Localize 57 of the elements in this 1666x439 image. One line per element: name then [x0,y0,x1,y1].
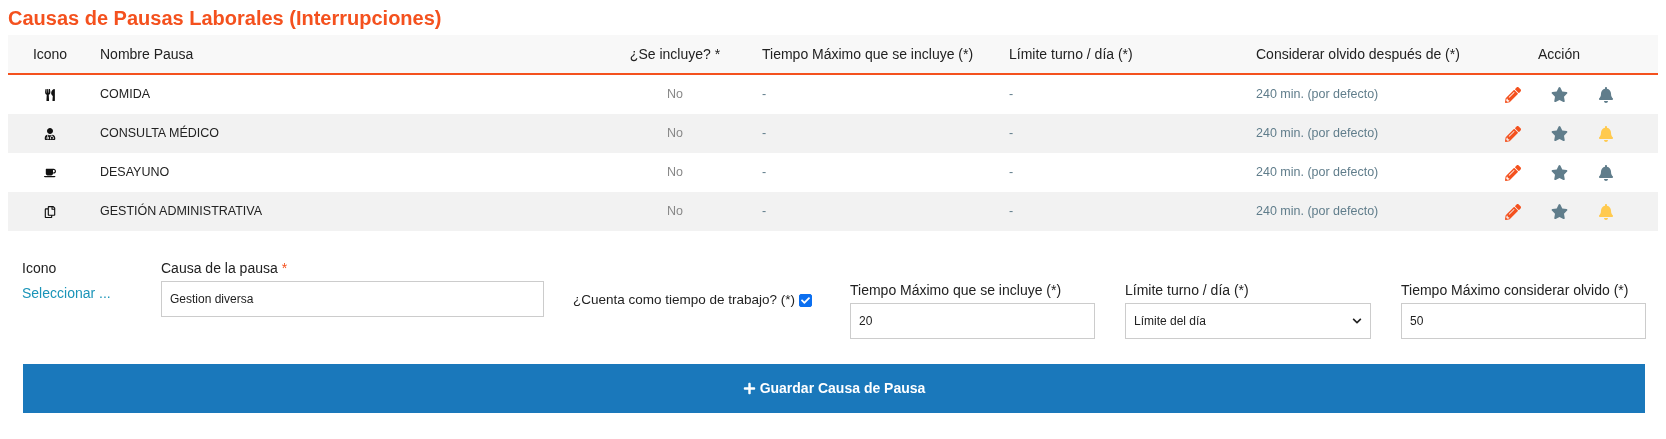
table-cell-text: - [761,86,767,104]
field-label: Causa de la pausa * [161,259,288,278]
table-cell-text: 240 min. (por defecto) [1255,203,1379,221]
column-header: Límite turno / día (*) [1008,44,1133,64]
doctor-icon [44,127,56,140]
star-icon[interactable] [1550,203,1568,220]
chevron-down-icon [1352,316,1362,326]
table-cell-text: - [1008,86,1014,104]
edit-icon[interactable] [1504,125,1521,142]
copy-icon [44,205,56,218]
column-header: Considerar olvido después de (*) [1255,44,1460,64]
star-icon[interactable] [1550,164,1568,181]
edit-icon[interactable] [1504,203,1521,220]
column-header: Tiempo Máximo que se incluye (*) [761,44,974,64]
select-icon-link[interactable]: Seleccionar ... [22,283,111,304]
plus-icon [742,382,756,395]
table-cell-text: GESTIÓN ADMINISTRATIVA [99,202,263,221]
table-cell-text: CONSULTA MÉDICO [99,124,219,143]
table-cell-text: - [761,164,767,182]
utensils-icon [44,88,56,101]
column-header: Nombre Pausa [99,44,194,64]
table-cell-text: No [667,164,683,182]
edit-icon[interactable] [1504,164,1521,181]
field-label: Icono [22,259,57,278]
table-cell-text: - [1008,125,1014,143]
table-cell-text: No [667,86,683,104]
table-cell-text: - [1008,164,1014,182]
table-cell-text: 240 min. (por defecto) [1255,86,1379,104]
checkbox-label: ¿Cuenta como tiempo de trabajo? (*) [573,291,796,309]
table-cell-text: 240 min. (por defecto) [1255,125,1379,143]
table-cell-text: No [667,203,683,221]
bell-icon[interactable] [1597,86,1614,103]
checkbox[interactable] [799,293,813,307]
forget-time-input-field[interactable]: 50 [1401,303,1646,339]
table-cell-text: No [667,125,683,143]
table-cell-text: - [761,125,767,143]
field-label: Límite turno / día (*) [1125,281,1249,300]
table-cell-text: - [1008,203,1014,221]
coffee-cup-icon [44,166,56,179]
cause-input-field[interactable]: Gestion diversa [161,281,544,317]
field-label: Tiempo Máximo considerar olvido (*) [1401,281,1629,300]
table-cell-text: - [761,203,767,221]
field-label: Tiempo Máximo que se incluye (*) [850,281,1062,300]
table-cell-text: DESAYUNO [99,164,170,182]
star-icon[interactable] [1550,125,1568,142]
limit-dropdown[interactable]: Límite del día [1125,303,1371,339]
save-button[interactable]: Guardar Causa de Pausa [23,364,1645,413]
page-title: Causas de Pausas Laborales (Interrupciones) [7,6,443,31]
bell-icon[interactable] [1597,164,1614,181]
column-header: Acción [1538,44,1580,64]
table-cell-text: 240 min. (por defecto) [1255,164,1379,182]
column-header: ¿Se incluye? * [629,44,721,64]
max-time-input-field[interactable]: 20 [850,303,1095,339]
column-header: Icono [32,44,68,64]
edit-icon[interactable] [1504,86,1521,103]
star-icon[interactable] [1550,86,1568,103]
table-cell-text: COMIDA [99,86,150,104]
